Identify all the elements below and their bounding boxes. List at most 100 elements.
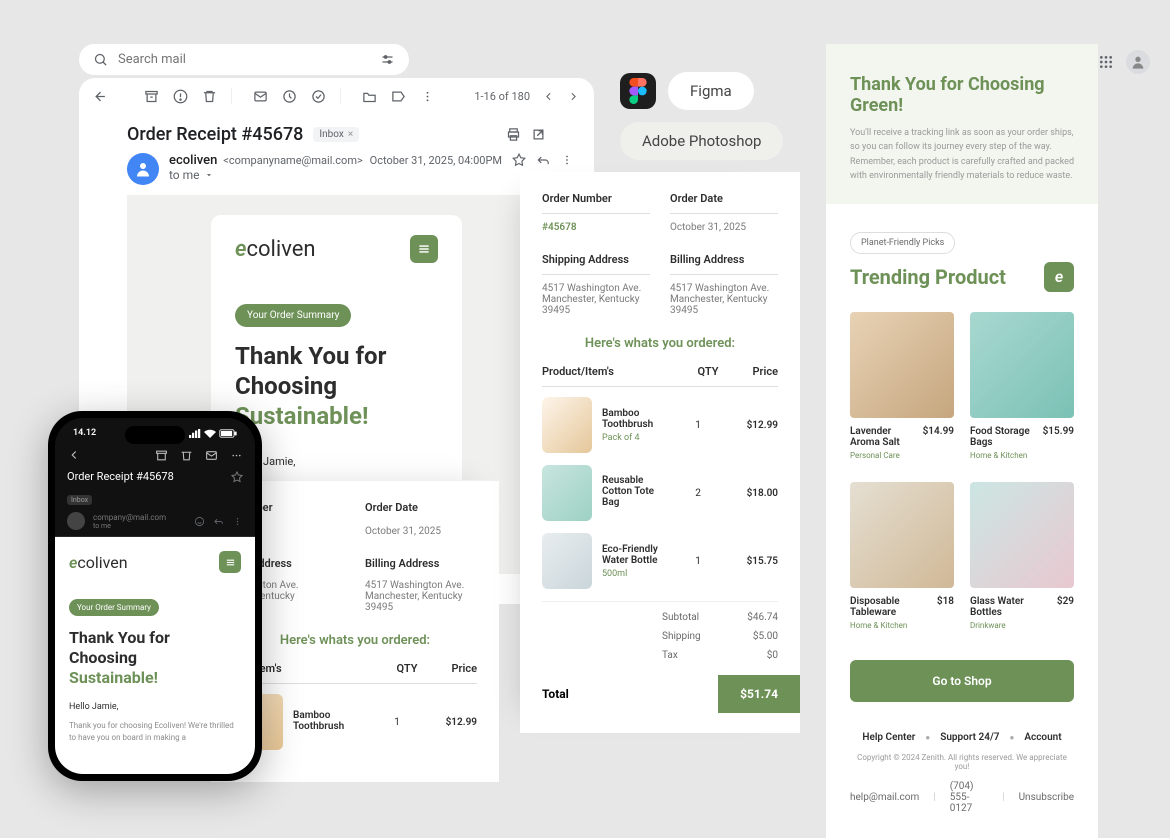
- product-image: [970, 312, 1074, 418]
- product-name: Food Storage Bags: [970, 426, 1043, 448]
- phone-to: to me: [93, 522, 186, 530]
- bill-label: Billing Address: [670, 253, 778, 275]
- star-icon[interactable]: [231, 471, 243, 483]
- account-link[interactable]: Account: [1024, 732, 1061, 743]
- pagination: 1-16 of 180: [474, 90, 530, 103]
- popout-icon[interactable]: [531, 127, 546, 142]
- product-card[interactable]: Lavender Aroma Salt$14.99 Personal Care: [850, 312, 954, 460]
- col-price-header: Price: [427, 662, 477, 675]
- product-category: Drinkware: [970, 621, 1074, 630]
- back-icon[interactable]: [67, 448, 81, 462]
- snooze-icon[interactable]: [282, 89, 297, 104]
- figma-icon: [620, 73, 656, 109]
- copyright: Copyright © 2024 Zenith. All rights rese…: [850, 753, 1074, 771]
- product-row: Eco-Friendly Water Bottle 500ml 1 $15.75: [542, 533, 778, 589]
- bill-addr: 4517 Washington Ave.Manchester, Kentucky…: [365, 580, 477, 613]
- move-icon[interactable]: [362, 89, 377, 104]
- product-row: Bamboo Toothbrush Pack of 4 1 $12.99: [542, 397, 778, 453]
- product-price: $18: [937, 596, 954, 618]
- inbox-chip[interactable]: Inbox ×: [313, 127, 359, 142]
- product-price: $14.99: [923, 426, 954, 448]
- trending-title: Trending Product: [850, 265, 1006, 289]
- apps-icon[interactable]: [1098, 54, 1114, 70]
- footer-phone[interactable]: (704) 555-0127: [950, 781, 988, 814]
- product-name: Reusable Cotton Tote Bag: [602, 475, 668, 508]
- hero-title: Thank You for Choosing Sustainable!: [235, 341, 438, 431]
- product-name: Bamboo Toothbrush: [293, 710, 367, 732]
- product-card[interactable]: Glass Water Bottles$29 Drinkware: [970, 482, 1074, 630]
- product-qty: 1: [678, 556, 718, 567]
- total-label: Total: [520, 675, 591, 713]
- product-card[interactable]: Food Storage Bags$15.99 Home & Kitchen: [970, 312, 1074, 460]
- unsubscribe-link[interactable]: Unsubscribe: [1019, 792, 1074, 803]
- emoji-icon[interactable]: [194, 516, 205, 527]
- phone-menu-button[interactable]: [219, 551, 241, 573]
- phone-pill: Your Order Summary: [69, 599, 159, 616]
- delete-icon[interactable]: [180, 449, 193, 462]
- product-card[interactable]: Disposable Tableware$18 Home & Kitchen: [850, 482, 954, 630]
- tune-icon[interactable]: [380, 52, 395, 67]
- label-icon[interactable]: [391, 89, 406, 104]
- product-category: Home & Kitchen: [970, 451, 1074, 460]
- help-link[interactable]: Help Center: [862, 732, 915, 743]
- photoshop-tag: Adobe Photoshop: [620, 122, 783, 160]
- sender-avatar: [127, 153, 159, 185]
- prev-icon[interactable]: [542, 90, 555, 103]
- product-name: Bamboo Toothbrush: [602, 408, 668, 430]
- phone-email-body: ecoliven Your Order Summary Thank You fo…: [55, 537, 255, 774]
- product-image: [542, 397, 592, 453]
- reply-icon[interactable]: [213, 516, 224, 527]
- phone-notch: [125, 426, 185, 444]
- product-name: Eco-Friendly Water Bottle: [602, 544, 668, 566]
- more-icon[interactable]: [560, 153, 574, 167]
- mail-icon[interactable]: [253, 89, 268, 104]
- phone-avatar: [67, 512, 85, 530]
- ordered-heading: Here's whats you ordered:: [542, 336, 778, 351]
- product-price: $12.99: [427, 717, 477, 728]
- product-price: $18.00: [728, 488, 778, 499]
- gmail-toolbar: 1-16 of 180: [79, 78, 594, 114]
- spam-icon[interactable]: [173, 89, 188, 104]
- archive-icon[interactable]: [144, 89, 159, 104]
- bill-addr: 4517 Washington Ave.Manchester, Kentucky…: [670, 283, 778, 316]
- trending-chip: Planet-Friendly Picks: [850, 232, 955, 254]
- archive-icon[interactable]: [155, 449, 168, 462]
- footer-email[interactable]: help@mail.com: [850, 792, 919, 803]
- total-amount: $51.74: [718, 675, 800, 713]
- phone-status-icons: [189, 428, 237, 438]
- ordered-heading: Here's whats you ordered:: [233, 633, 477, 648]
- next-icon[interactable]: [567, 90, 580, 103]
- col-product-header: Product/Item's: [542, 365, 688, 378]
- order-date-value: October 31, 2025: [365, 526, 477, 537]
- task-icon[interactable]: [311, 89, 326, 104]
- phone-hero: Thank You for Choosing Sustainable!: [69, 628, 241, 688]
- product-price: $15.99: [1043, 426, 1074, 448]
- more-icon[interactable]: [232, 516, 243, 527]
- subject-row: Order Receipt #45678 Inbox ×: [79, 114, 594, 149]
- print-icon[interactable]: [506, 127, 521, 142]
- delete-icon[interactable]: [202, 89, 217, 104]
- mail-icon[interactable]: [205, 449, 218, 462]
- more-icon[interactable]: [230, 449, 243, 462]
- account-avatar[interactable]: [1126, 50, 1150, 74]
- tax-value: $0: [767, 650, 778, 661]
- product-row: Bamboo Toothbrush 1 $12.99: [233, 694, 477, 750]
- thanks-title: Thank You for Choosing Green!: [850, 74, 1074, 116]
- product-price: $15.75: [728, 556, 778, 567]
- product-price: $12.99: [728, 420, 778, 431]
- back-icon[interactable]: [93, 89, 108, 104]
- go-to-shop-button[interactable]: Go to Shop: [850, 660, 1074, 702]
- col-qty-header: QTY: [688, 365, 728, 378]
- shipping-label: Shipping: [662, 631, 701, 642]
- more-icon[interactable]: [420, 89, 435, 104]
- sender-name: ecoliven: [169, 153, 217, 168]
- support-link[interactable]: Support 24/7: [940, 732, 999, 743]
- shipping-value: $5.00: [753, 631, 778, 642]
- product-image: [542, 533, 592, 589]
- reply-icon[interactable]: [536, 153, 550, 167]
- product-qty: 2: [678, 488, 718, 499]
- sender-email: <companyname@mail.com>: [223, 154, 362, 167]
- menu-button[interactable]: [410, 235, 438, 263]
- star-icon[interactable]: [512, 153, 526, 167]
- search-input[interactable]: [118, 52, 370, 67]
